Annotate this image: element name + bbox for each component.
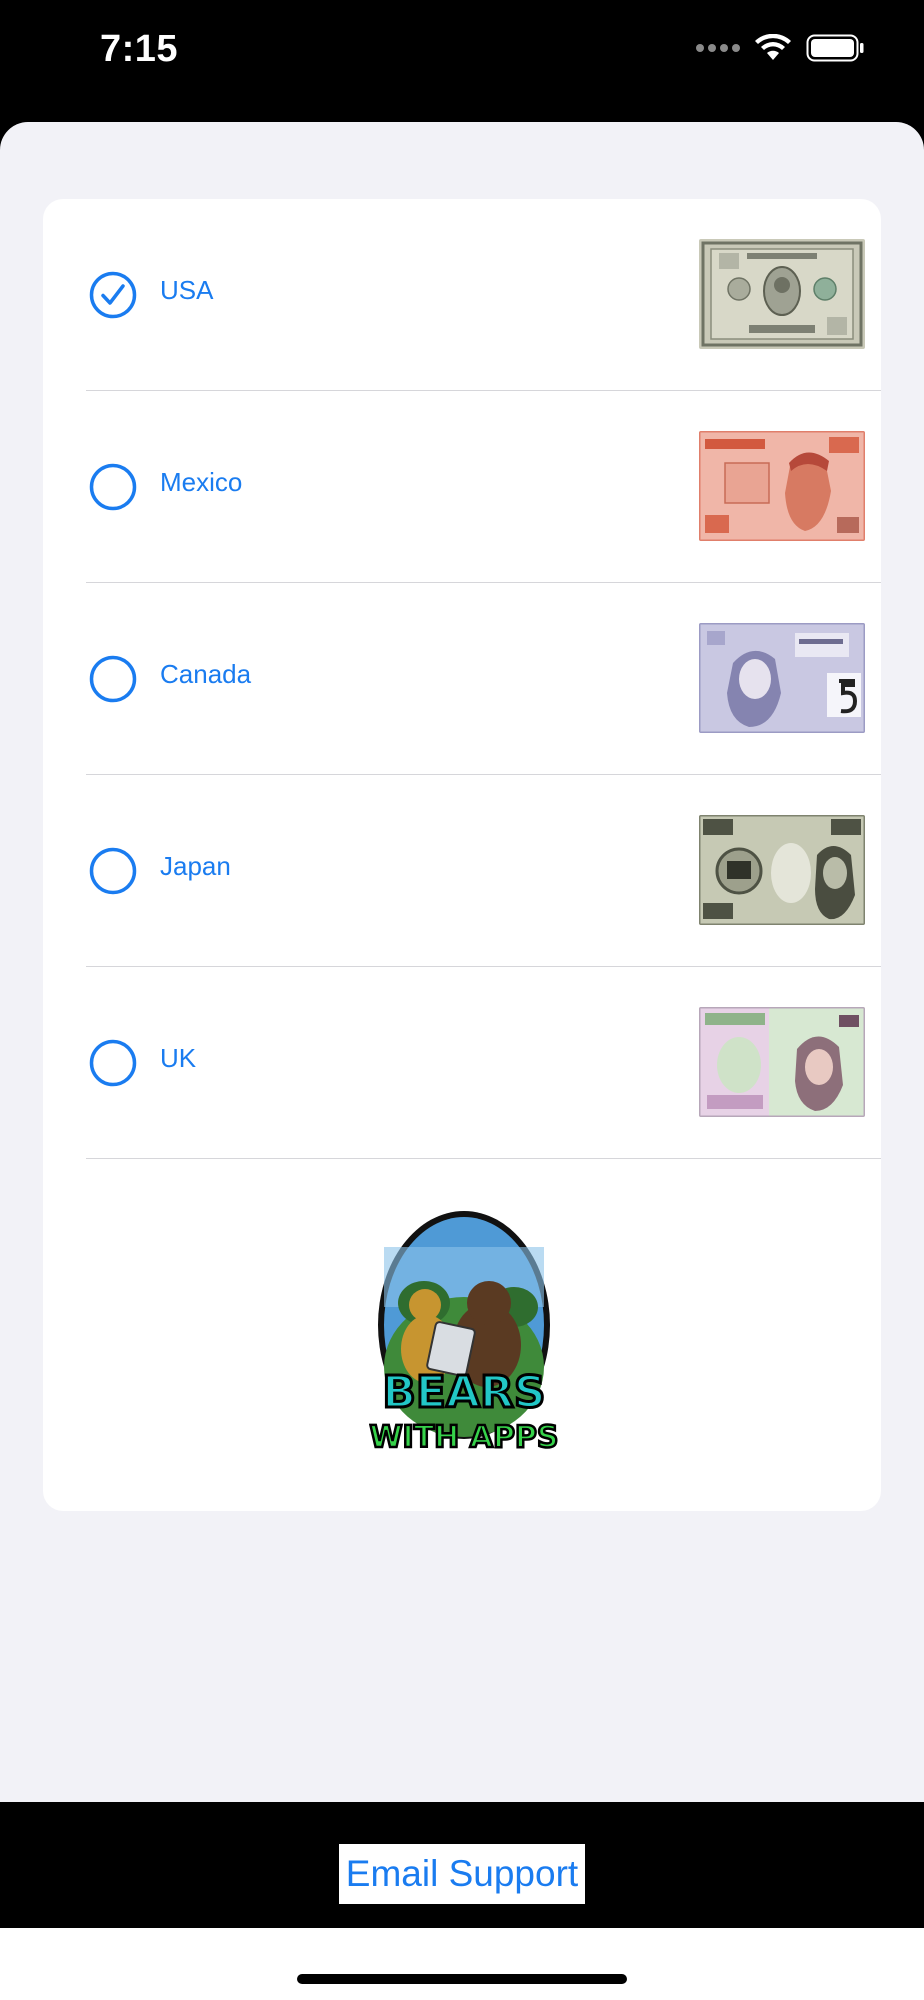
radio-unchecked-icon[interactable] — [89, 1039, 137, 1087]
currency-row-usa[interactable]: USA — [43, 199, 881, 391]
signal-dots-icon — [696, 44, 740, 52]
email-support-button[interactable]: Email Support — [339, 1844, 585, 1904]
bottom-toolbar: Email Support — [0, 1820, 924, 1928]
currency-row-mexico[interactable]: Mexico — [43, 391, 881, 583]
radio-unchecked-icon[interactable] — [89, 847, 137, 895]
radio-unchecked-icon[interactable] — [89, 655, 137, 703]
canadian-dollar-bill-image — [699, 623, 865, 733]
wifi-icon — [755, 34, 791, 60]
british-pound-bill-image — [699, 1007, 865, 1117]
logo-line1: BEARS — [382, 1367, 545, 1418]
currency-row-canada[interactable]: Canada — [43, 583, 881, 775]
logo-line2: WITH APPS — [369, 1420, 558, 1455]
japanese-yen-bill-image — [699, 815, 865, 925]
currency-label: UK — [160, 1043, 197, 1073]
currency-label: USA — [160, 275, 214, 305]
currency-row-uk[interactable]: UK — [43, 967, 881, 1159]
us-dollar-bill-image — [699, 239, 865, 349]
status-bar: 7:15 — [0, 0, 924, 122]
currency-label: Japan — [160, 851, 231, 881]
mexican-peso-bill-image — [699, 431, 865, 541]
status-icons — [696, 34, 864, 62]
bears-with-apps-logo: BEARS WITH APPS — [369, 1211, 559, 1456]
home-indicator-area — [0, 1928, 924, 2000]
currency-list-card: USA Mexico Canada Japan UK BEARS WITH AP… — [43, 199, 881, 1511]
currency-label: Canada — [160, 659, 252, 689]
currency-row-japan[interactable]: Japan — [43, 775, 881, 967]
home-indicator[interactable] — [297, 1974, 627, 1984]
status-time: 7:15 — [100, 28, 179, 70]
modal-sheet: USA Mexico Canada Japan UK BEARS WITH AP… — [0, 122, 924, 1802]
currency-label: Mexico — [160, 467, 243, 497]
battery-icon — [806, 34, 864, 62]
radio-unchecked-icon[interactable] — [89, 463, 137, 511]
row-divider — [86, 1158, 881, 1159]
radio-checked-icon[interactable] — [89, 271, 137, 319]
